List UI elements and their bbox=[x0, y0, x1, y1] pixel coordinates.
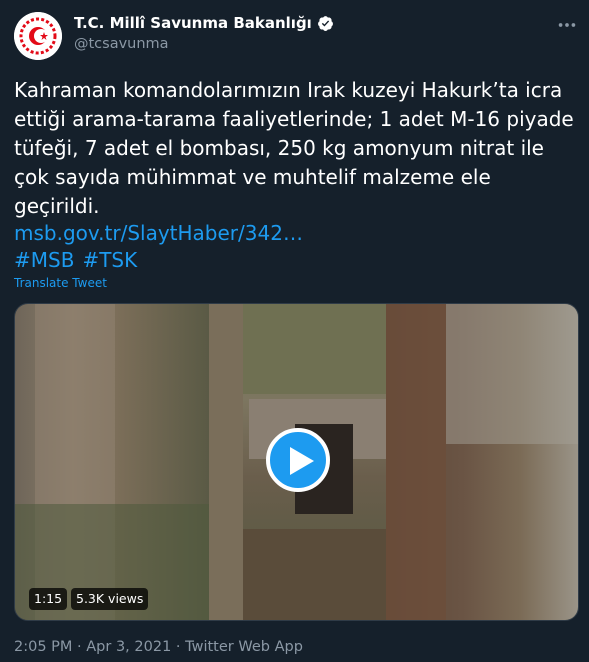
tweet-time[interactable]: 2:05 PM bbox=[14, 639, 72, 655]
tweet-meta: 2:05 PM · Apr 3, 2021 · Twitter Web App bbox=[14, 639, 303, 655]
hashtag-msb[interactable]: #MSB bbox=[14, 248, 74, 272]
video-duration-badge: 1:15 bbox=[29, 588, 68, 610]
hashtag-row: #MSB #TSK bbox=[14, 248, 137, 272]
video-blur-left bbox=[15, 304, 209, 620]
play-icon bbox=[290, 447, 314, 475]
tweet-date[interactable]: Apr 3, 2021 bbox=[86, 639, 171, 655]
tweet-link[interactable]: msb.gov.tr/SlaytHaber/342… bbox=[14, 221, 303, 245]
video-blur-right bbox=[386, 304, 578, 620]
ministry-logo-icon bbox=[14, 12, 62, 60]
video-player[interactable]: 1:15 5.3K views bbox=[14, 303, 579, 621]
verified-badge-icon bbox=[317, 15, 333, 31]
video-views-badge: 5.3K views bbox=[71, 588, 149, 610]
author-handle[interactable]: @tcsavunma bbox=[74, 36, 169, 52]
tweet-text: Kahraman komandolarımızın Irak kuzeyi Ha… bbox=[14, 78, 574, 218]
play-button[interactable] bbox=[266, 428, 330, 492]
tweet-source[interactable]: Twitter Web App bbox=[185, 639, 303, 655]
author-name[interactable]: T.C. Millî Savunma Bakanlığı bbox=[74, 14, 312, 32]
avatar[interactable] bbox=[14, 12, 62, 60]
author-row[interactable]: T.C. Millî Savunma Bakanlığı bbox=[74, 14, 334, 32]
hashtag-tsk[interactable]: #TSK bbox=[82, 248, 137, 272]
meta-separator: · bbox=[77, 639, 82, 655]
meta-separator: · bbox=[175, 639, 181, 655]
translate-tweet-link[interactable]: Translate Tweet bbox=[14, 276, 107, 290]
more-options-icon[interactable] bbox=[556, 14, 578, 36]
